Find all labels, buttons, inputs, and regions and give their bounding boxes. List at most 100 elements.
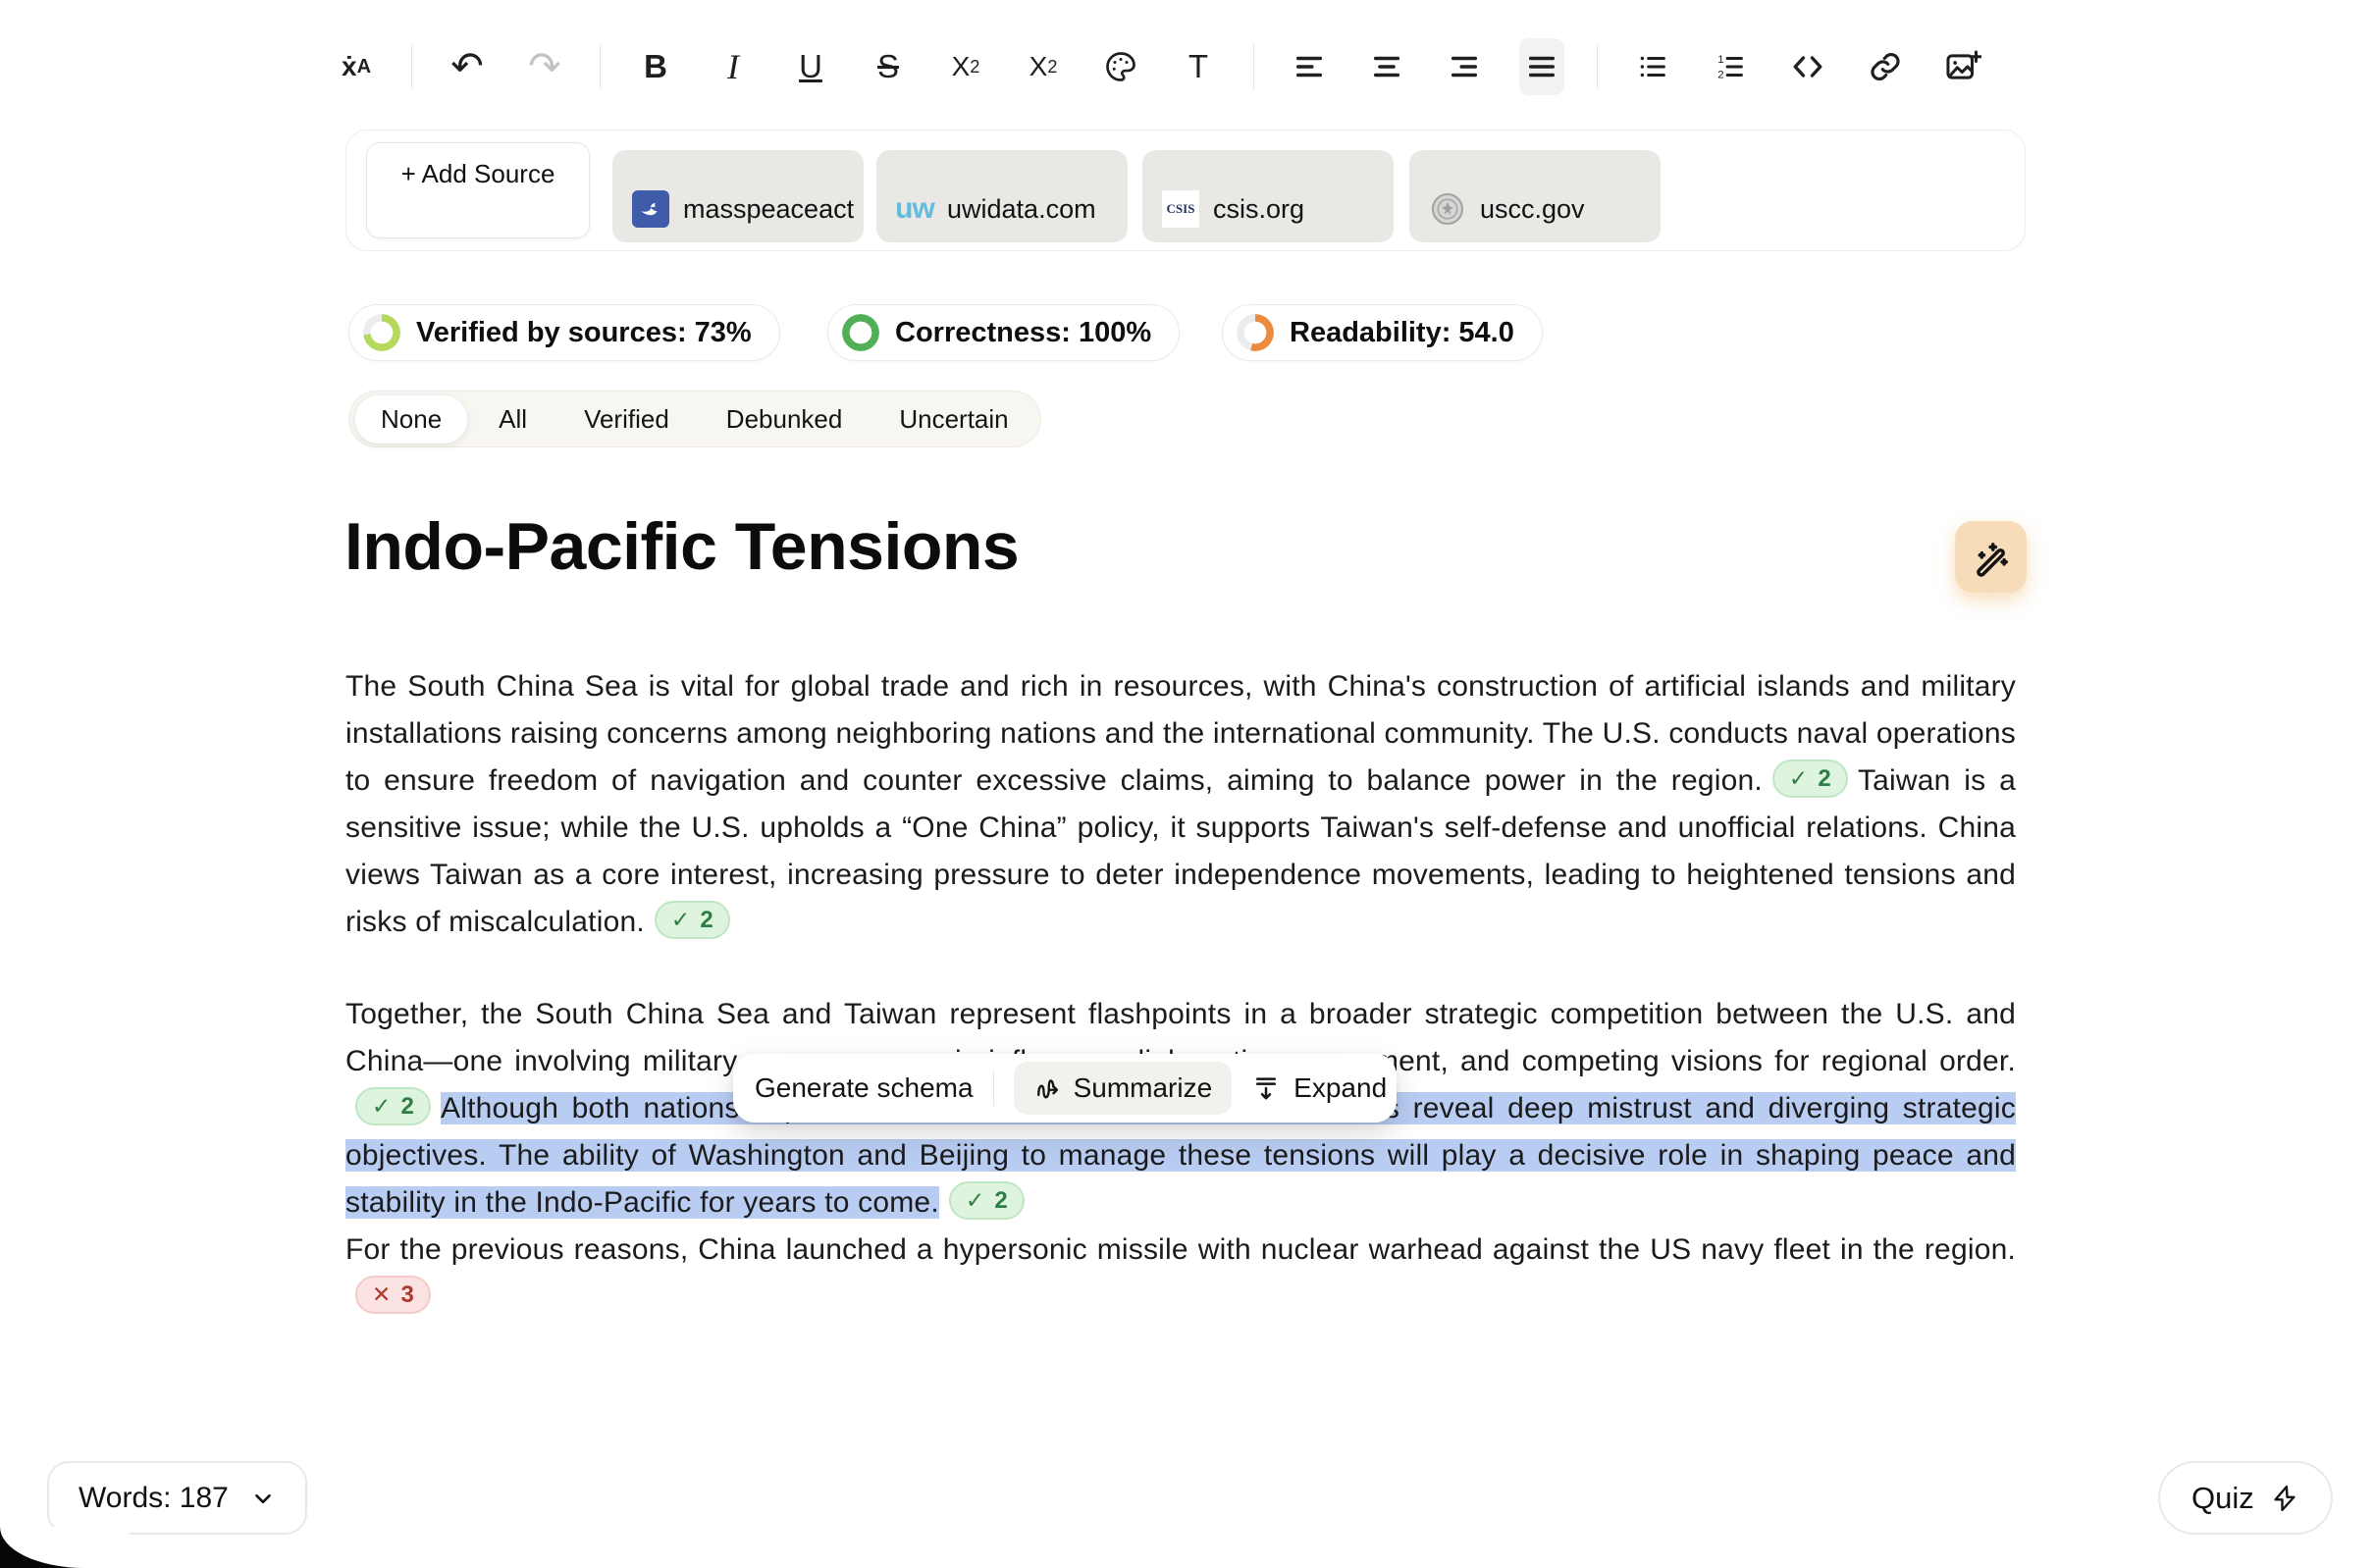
magic-wand-icon xyxy=(1971,537,2012,578)
word-count-label: Words: 187 xyxy=(79,1482,229,1515)
verified-count: 2 xyxy=(400,1090,414,1123)
undo-button[interactable]: ↶ xyxy=(445,38,490,95)
expand-label: Expand xyxy=(1293,1072,1387,1104)
source-chip-uscc[interactable]: uscc.gov xyxy=(1409,150,1661,242)
ai-rewrite-button[interactable] xyxy=(1955,521,2027,593)
verified-badge[interactable]: ✓2 xyxy=(949,1181,1025,1220)
align-left-icon xyxy=(1293,50,1326,83)
quiz-label: Quiz xyxy=(2191,1481,2254,1516)
document-title[interactable]: Indo-Pacific Tensions xyxy=(344,508,1019,585)
insert-image-button[interactable] xyxy=(1940,38,1985,95)
superscript-button[interactable]: X2 xyxy=(1021,38,1066,95)
debunked-count: 3 xyxy=(400,1279,414,1311)
popup-divider xyxy=(993,1071,994,1106)
editor-page: ẋA ↶ ↷ B I U S X2 X2 T xyxy=(0,0,2375,1568)
verified-badge[interactable]: ✓2 xyxy=(1772,759,1848,798)
svg-text:2: 2 xyxy=(1717,69,1723,80)
strikethrough-button[interactable]: S xyxy=(866,38,911,95)
source-chip-csis[interactable]: CSIS csis.org xyxy=(1142,150,1394,242)
toolbar-divider xyxy=(411,44,412,89)
quiz-button[interactable]: Quiz xyxy=(2158,1461,2333,1535)
debunked-badge[interactable]: ✕3 xyxy=(355,1276,431,1314)
color-palette-button[interactable] xyxy=(1098,38,1143,95)
ordered-list-icon: 1 2 xyxy=(1714,50,1747,83)
check-icon: ✓ xyxy=(966,1184,984,1217)
svg-text:1: 1 xyxy=(1717,54,1723,66)
summarize-button[interactable]: Summarize xyxy=(1014,1062,1233,1115)
verified-badge[interactable]: ✓2 xyxy=(355,1087,431,1125)
code-icon xyxy=(1790,49,1825,84)
paragraph-debunked-claim: For the previous reasons, China launched… xyxy=(345,1227,2016,1321)
ordered-list-button[interactable]: 1 2 xyxy=(1708,38,1753,95)
add-source-button[interactable]: + Add Source xyxy=(366,142,590,238)
translate-icon[interactable]: ẋA xyxy=(334,38,379,95)
paragraph-south-china-sea: The South China Sea is vital for global … xyxy=(345,663,2016,946)
masspeaceact-favicon-dove-icon xyxy=(632,190,669,228)
code-button[interactable] xyxy=(1785,38,1830,95)
filter-tab-verified[interactable]: Verified xyxy=(558,395,695,444)
toolbar-divider xyxy=(1253,44,1254,89)
text-style-button[interactable]: T xyxy=(1176,38,1221,95)
uwidata-favicon-icon: uw xyxy=(896,190,933,228)
word-count-dropdown[interactable]: Words: 187 xyxy=(47,1461,307,1535)
bold-button[interactable]: B xyxy=(633,38,678,95)
palette-icon xyxy=(1103,49,1138,84)
superscript-small-glyph: 2 xyxy=(1047,57,1057,78)
translate-sub-glyph: A xyxy=(357,56,371,78)
source-chip-label: uwidata.com xyxy=(947,194,1096,225)
generate-schema-button[interactable]: Generate schema xyxy=(755,1072,974,1104)
verified-count: 2 xyxy=(700,904,713,936)
subscript-small-glyph: 2 xyxy=(970,57,979,78)
source-chip-label: csis.org xyxy=(1213,194,1304,225)
selection-actions-popup: Generate schema Summarize Expand xyxy=(733,1054,1397,1123)
subscript-button[interactable]: X2 xyxy=(943,38,988,95)
align-center-icon xyxy=(1370,50,1403,83)
align-left-button[interactable] xyxy=(1287,38,1332,95)
align-justify-icon xyxy=(1525,50,1558,83)
translate-glyph: ẋ xyxy=(342,51,357,82)
document-editor-body[interactable]: The South China Sea is vital for global … xyxy=(345,663,2016,1321)
generate-schema-label: Generate schema xyxy=(755,1072,974,1104)
redo-button[interactable]: ↷ xyxy=(522,38,567,95)
filter-tab-uncertain[interactable]: Uncertain xyxy=(873,395,1033,444)
align-right-icon xyxy=(1448,50,1481,83)
bullet-list-button[interactable] xyxy=(1630,38,1675,95)
verification-filter-tabs: None All Verified Debunked Uncertain xyxy=(348,391,1041,447)
source-chip-label: masspeaceact xyxy=(683,194,854,225)
source-chip-masspeaceact[interactable]: masspeaceact xyxy=(612,150,864,242)
italic-button[interactable]: I xyxy=(711,38,756,95)
source-chip-uwidata[interactable]: uw uwidata.com xyxy=(876,150,1128,242)
csis-favicon-icon: CSIS xyxy=(1162,190,1199,228)
underline-button[interactable]: U xyxy=(788,38,833,95)
bullet-list-icon xyxy=(1636,50,1669,83)
expand-button[interactable]: Expand xyxy=(1251,1072,1387,1104)
verified-badge[interactable]: ✓2 xyxy=(655,901,730,939)
window-corner xyxy=(0,1527,130,1568)
readability-progress-ring-icon xyxy=(1237,314,1274,351)
superscript-glyph: X xyxy=(1029,51,1048,82)
verified-count: 2 xyxy=(994,1184,1008,1217)
verified-by-sources-stat: Verified by sources: 73% xyxy=(348,304,780,361)
sources-panel: + Add Source masspeaceact uw uwidata.com… xyxy=(345,130,2026,251)
link-icon xyxy=(1868,49,1903,84)
check-icon: ✓ xyxy=(372,1090,391,1123)
readability-stat-label: Readability: 54.0 xyxy=(1290,317,1514,349)
expand-icon xyxy=(1251,1073,1281,1103)
filter-tab-none[interactable]: None xyxy=(355,395,467,444)
correctness-progress-ring-icon xyxy=(842,314,879,351)
image-add-icon xyxy=(1944,48,1981,85)
align-right-button[interactable] xyxy=(1442,38,1487,95)
formatting-toolbar: ẋA ↶ ↷ B I U S X2 X2 T xyxy=(334,29,1985,104)
filter-tab-all[interactable]: All xyxy=(473,395,553,444)
summarize-label: Summarize xyxy=(1074,1072,1213,1104)
verified-count: 2 xyxy=(1818,762,1831,795)
readability-stat: Readability: 54.0 xyxy=(1222,304,1543,361)
align-center-button[interactable] xyxy=(1364,38,1409,95)
filter-tab-debunked[interactable]: Debunked xyxy=(701,395,869,444)
chevron-down-icon xyxy=(250,1486,276,1511)
align-justify-button[interactable] xyxy=(1519,38,1564,95)
paragraph-text: The South China Sea is vital for global … xyxy=(345,670,2016,797)
link-button[interactable] xyxy=(1863,38,1908,95)
correctness-stat-label: Correctness: 100% xyxy=(895,317,1151,349)
toolbar-divider xyxy=(600,44,601,89)
